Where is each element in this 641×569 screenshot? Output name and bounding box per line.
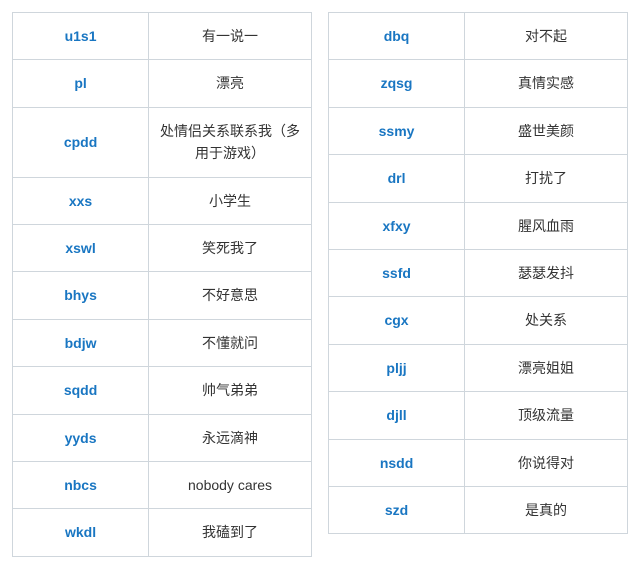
table-row: cgx 处关系 [329,297,628,344]
meaning-cell: 不好意思 [149,272,312,319]
table-row: pl 漂亮 [13,60,312,107]
abbr-cell: bdjw [13,319,149,366]
abbr-cell: djll [329,392,465,439]
abbr-cell: xswl [13,224,149,271]
meaning-cell: 不懂就问 [149,319,312,366]
abbr-cell: bhys [13,272,149,319]
meaning-cell: 打扰了 [465,155,628,202]
table-row: drl 打扰了 [329,155,628,202]
abbr-cell: drl [329,155,465,202]
right-table: dbq 对不起 zqsg 真情实感 ssmy 盛世美颜 drl 打扰了 xfxy… [328,12,628,534]
abbr-cell: xfxy [329,202,465,249]
table-row: djll 顶级流量 [329,392,628,439]
tables-wrapper: u1s1 有一说一 pl 漂亮 cpdd 处情侣关系联系我（多用于游戏） xxs… [12,12,629,557]
meaning-cell: 腥风血雨 [465,202,628,249]
meaning-cell: 漂亮姐姐 [465,344,628,391]
table-row: dbq 对不起 [329,13,628,60]
meaning-cell: 是真的 [465,486,628,533]
table-row: zqsg 真情实感 [329,60,628,107]
table-row: wkdl 我磕到了 [13,509,312,556]
abbr-cell: zqsg [329,60,465,107]
meaning-cell: 顶级流量 [465,392,628,439]
abbr-cell: pljj [329,344,465,391]
table-row: bhys 不好意思 [13,272,312,319]
table-row: xswl 笑死我了 [13,224,312,271]
table-row: xfxy 腥风血雨 [329,202,628,249]
meaning-cell: 对不起 [465,13,628,60]
table-row: u1s1 有一说一 [13,13,312,60]
meaning-cell: 笑死我了 [149,224,312,271]
table-row: bdjw 不懂就问 [13,319,312,366]
meaning-cell: nobody cares [149,461,312,508]
abbr-cell: u1s1 [13,13,149,60]
table-row: nsdd 你说得对 [329,439,628,486]
abbr-cell: yyds [13,414,149,461]
meaning-cell: 漂亮 [149,60,312,107]
abbr-cell: pl [13,60,149,107]
left-table: u1s1 有一说一 pl 漂亮 cpdd 处情侣关系联系我（多用于游戏） xxs… [12,12,312,557]
table-row: sqdd 帅气弟弟 [13,367,312,414]
meaning-cell: 盛世美颜 [465,107,628,154]
meaning-cell: 帅气弟弟 [149,367,312,414]
table-row: cpdd 处情侣关系联系我（多用于游戏） [13,107,312,177]
abbr-cell: wkdl [13,509,149,556]
abbr-cell: sqdd [13,367,149,414]
abbr-cell: nbcs [13,461,149,508]
abbr-cell: ssfd [329,249,465,296]
table-row: yyds 永远滴神 [13,414,312,461]
table-row: szd 是真的 [329,486,628,533]
abbr-cell: nsdd [329,439,465,486]
abbr-cell: ssmy [329,107,465,154]
meaning-cell: 有一说一 [149,13,312,60]
abbr-cell: xxs [13,177,149,224]
table-row: xxs 小学生 [13,177,312,224]
table-row: nbcs nobody cares [13,461,312,508]
meaning-cell: 永远滴神 [149,414,312,461]
meaning-cell: 我磕到了 [149,509,312,556]
meaning-cell: 处关系 [465,297,628,344]
meaning-cell: 你说得对 [465,439,628,486]
right-table-body: dbq 对不起 zqsg 真情实感 ssmy 盛世美颜 drl 打扰了 xfxy… [329,13,628,534]
abbr-cell: cgx [329,297,465,344]
table-row: ssmy 盛世美颜 [329,107,628,154]
abbr-cell: dbq [329,13,465,60]
abbr-cell: cpdd [13,107,149,177]
left-table-body: u1s1 有一说一 pl 漂亮 cpdd 处情侣关系联系我（多用于游戏） xxs… [13,13,312,557]
meaning-cell: 处情侣关系联系我（多用于游戏） [149,107,312,177]
meaning-cell: 小学生 [149,177,312,224]
abbr-cell: szd [329,486,465,533]
table-row: pljj 漂亮姐姐 [329,344,628,391]
meaning-cell: 真情实感 [465,60,628,107]
meaning-cell: 瑟瑟发抖 [465,249,628,296]
table-row: ssfd 瑟瑟发抖 [329,249,628,296]
